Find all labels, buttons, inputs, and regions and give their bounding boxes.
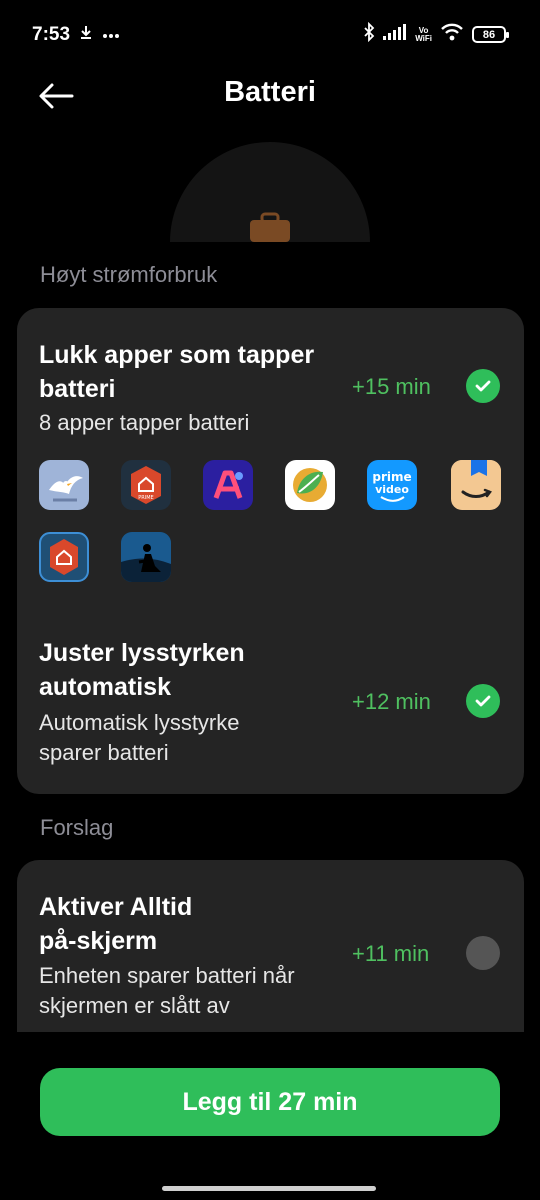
battery-icon: 86 xyxy=(472,26,509,43)
auto-brightness-gain: +12 min xyxy=(352,689,431,714)
more-icon xyxy=(102,26,120,44)
always-on-display-gain: +11 min xyxy=(352,941,430,966)
battery-gauge xyxy=(170,142,370,242)
always-on-display-checkbox[interactable] xyxy=(466,936,500,970)
auto-brightness-checkbox[interactable] xyxy=(466,684,500,718)
svg-text:PRIME: PRIME xyxy=(138,495,153,501)
checkmark-icon xyxy=(475,695,491,707)
checkmark-icon xyxy=(475,380,491,392)
suggestions-card: Aktiver Alltid på-skjerm Enheten sparer … xyxy=(17,860,524,1060)
seagull-app-icon xyxy=(39,460,89,510)
auto-brightness-subtitle: Automatisk lysstyrke sparer batteri xyxy=(39,710,240,765)
nova-prime-app-icon: PRIME xyxy=(121,460,171,510)
nova-launcher-app-icon xyxy=(39,532,89,582)
close-apps-checkbox[interactable] xyxy=(466,369,500,403)
signal-icon xyxy=(383,24,407,45)
high-usage-card: Lukk apper som tapper batteri 8 apper ta… xyxy=(17,308,524,794)
a-app-icon xyxy=(203,460,253,510)
auto-brightness-title: Juster lysstyrken automatisk xyxy=(39,639,245,701)
download-icon xyxy=(78,24,94,45)
status-bar: 7:53 Vo WiFi 86 xyxy=(0,0,540,70)
section-label-suggestions: Forslag xyxy=(40,815,114,840)
close-apps-title: Lukk apper som tapper batteri xyxy=(39,341,315,403)
battery-screen: 7:53 Vo WiFi 86 Batteri Høyt strømforbru… xyxy=(0,0,540,1200)
always-on-display-subtitle: Enheten sparer batteri når skjermen er s… xyxy=(39,963,295,1018)
close-apps-gain: +15 min xyxy=(352,374,431,399)
wifi-icon xyxy=(440,23,464,46)
status-time: 7:53 xyxy=(32,24,71,45)
close-apps-subtitle: 8 apper tapper batteri xyxy=(39,410,250,435)
page-title: Batteri xyxy=(224,76,316,108)
always-on-display-title: Aktiver Alltid på-skjerm xyxy=(39,893,193,955)
briefcase-icon xyxy=(248,212,292,242)
bluetooth-icon xyxy=(363,21,375,47)
svg-text:video: video xyxy=(375,483,409,496)
prime-video-app-icon: prime video xyxy=(367,460,417,510)
leaf-app-icon xyxy=(285,460,335,510)
vowifi-icon: Vo WiFi xyxy=(415,25,432,43)
kindle-app-icon xyxy=(121,532,171,582)
amazon-app-icon xyxy=(451,460,501,510)
add-time-button[interactable]: Legg til 27 min xyxy=(40,1068,500,1136)
section-label-high-usage: Høyt strømforbruk xyxy=(40,262,218,287)
svg-text:prime: prime xyxy=(372,470,411,484)
home-indicator[interactable] xyxy=(162,1186,376,1191)
header: Batteri xyxy=(0,70,540,120)
